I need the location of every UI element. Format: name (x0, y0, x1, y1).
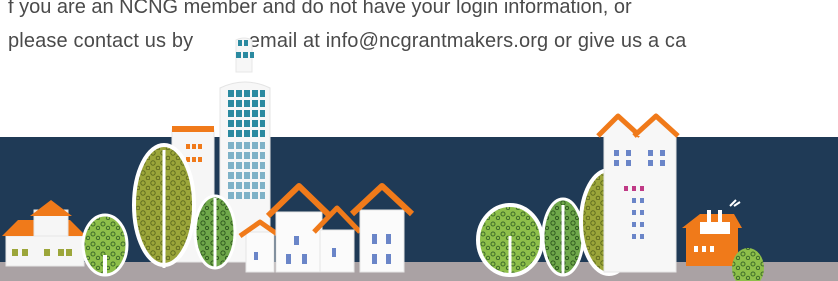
page: f you are an NCNG member and do not have… (0, 0, 838, 281)
tree-icon (476, 203, 544, 277)
cityscape-illustration (2, 37, 764, 281)
tower-icon (596, 113, 680, 273)
tree-icon (541, 197, 585, 277)
house-icon (682, 199, 764, 281)
tree-icon (81, 213, 129, 277)
tree-icon (132, 143, 196, 268)
house-icon (2, 200, 86, 267)
tree-icon (193, 194, 237, 270)
house-icon (349, 183, 415, 273)
